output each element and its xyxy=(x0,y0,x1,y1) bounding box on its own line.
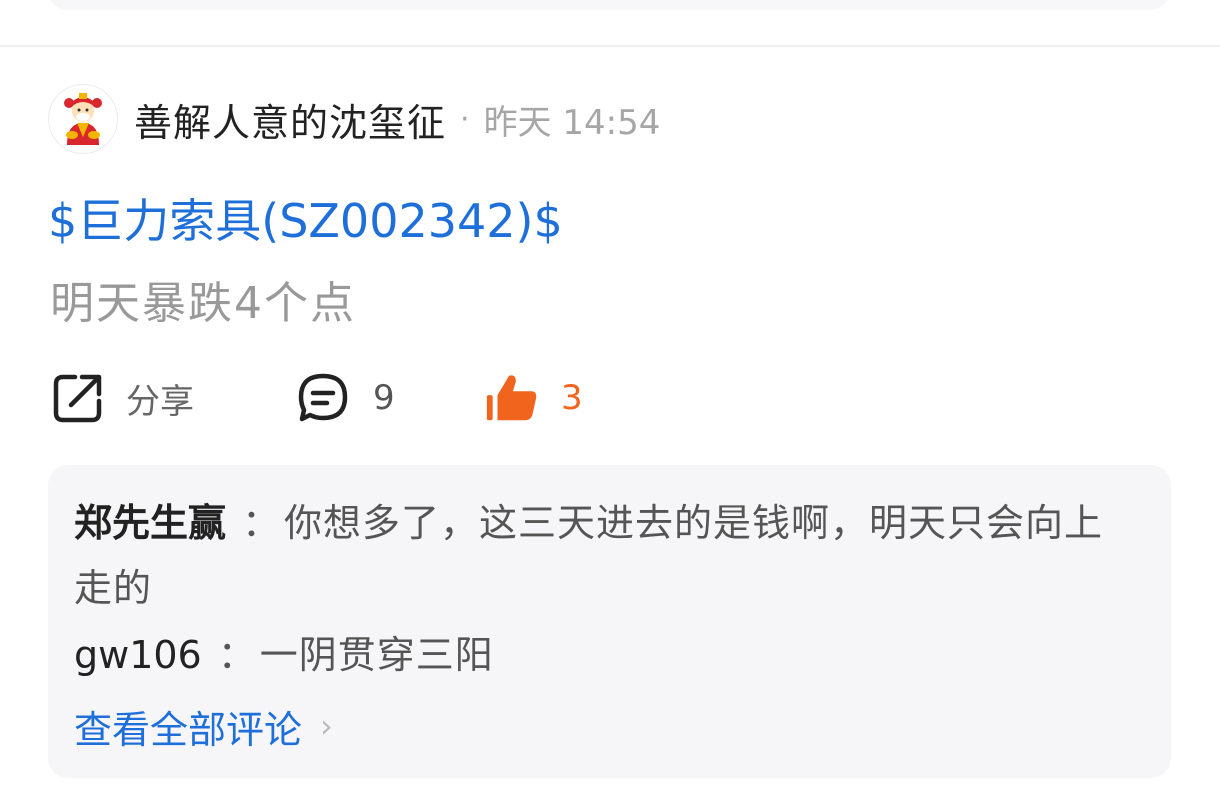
comment-separator: ： xyxy=(217,633,256,677)
comment-item[interactable]: gw106 ：一阴贯穿三阳 xyxy=(74,623,1134,688)
chevron-right-icon: › xyxy=(320,707,333,745)
header-dot-separator: · xyxy=(460,101,470,137)
feed-page: 善解人意的沈玺征 · 昨天 14:54 $巨力索具(SZ002342)$ 明天暴… xyxy=(0,0,1220,810)
like-button[interactable]: 3 xyxy=(483,368,583,428)
comment-author[interactable]: 郑先生赢 xyxy=(74,501,226,545)
like-count: 3 xyxy=(561,378,583,418)
view-all-comments-label: 查看全部评论 xyxy=(74,707,303,752)
previous-post-card xyxy=(48,0,1170,10)
view-all-comments-link[interactable]: 查看全部评论 › xyxy=(74,696,1145,756)
share-button[interactable]: 分享 xyxy=(50,368,194,428)
comment-icon xyxy=(295,370,351,426)
post-divider xyxy=(0,45,1220,47)
comment-text: 一阴贯穿三阳 xyxy=(259,633,494,677)
comment-author[interactable]: gw106 xyxy=(74,633,202,677)
comment-count: 9 xyxy=(373,378,395,418)
post-body-text: 明天暴跌4个点 xyxy=(50,278,356,329)
share-icon xyxy=(50,370,106,426)
comment-button[interactable]: 9 xyxy=(295,368,395,428)
thumbs-up-icon xyxy=(483,370,539,426)
post-author-name[interactable]: 善解人意的沈玺征 xyxy=(134,92,446,147)
post-timestamp: 昨天 14:54 xyxy=(483,102,661,143)
stock-tag-link[interactable]: $巨力索具(SZ002342)$ xyxy=(48,185,563,251)
comment-text: 你想多了，这三天进去的是钱啊，明天只会向上走的 xyxy=(74,501,1104,610)
avatar-image xyxy=(64,93,102,145)
comment-separator: ： xyxy=(242,501,281,545)
comments-preview: 郑先生赢：你想多了，这三天进去的是钱啊，明天只会向上走的 gw106：一阴贯穿三… xyxy=(48,465,1171,778)
post-actions-bar: 分享 9 3 xyxy=(50,368,750,428)
avatar[interactable] xyxy=(48,84,118,154)
post-header: 善解人意的沈玺征 · 昨天 14:54 xyxy=(48,83,660,155)
comment-item[interactable]: 郑先生赢 ：你想多了，这三天进去的是钱啊，明天只会向上走的 xyxy=(74,491,1134,621)
share-label: 分享 xyxy=(126,381,194,422)
